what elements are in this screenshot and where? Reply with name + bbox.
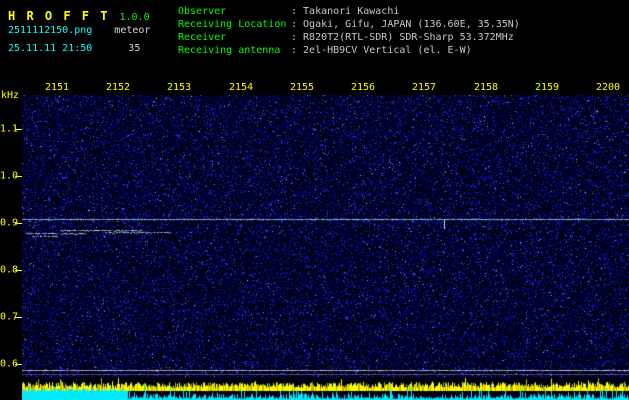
- file-info-row: 2511112150.png meteor: [8, 25, 150, 36]
- time-axis-label: 2156: [350, 82, 376, 93]
- field-separator: :: [291, 45, 298, 56]
- station-field-row: Receiver: R820T2(RTL-SDR) SDR-Sharp 53.37…: [178, 31, 520, 44]
- time-axis-label: 2159: [534, 82, 560, 93]
- time-axis-label: 2154: [228, 82, 254, 93]
- time-axis-label: 2152: [105, 82, 131, 93]
- field-separator: :: [291, 32, 298, 43]
- app-info-row: H R O F F T 1.0.0: [8, 5, 150, 24]
- station-info: Observer: Takanori Kawachi Receiving Loca…: [178, 5, 520, 57]
- station-field-value: Ogaki, Gifu, JAPAN (136.60E, 35.35N): [303, 19, 520, 30]
- app-version: 1.0.0: [119, 12, 150, 23]
- observation-datetime: 25.11.11 21:50: [8, 43, 93, 54]
- time-info-row: 25.11.11 21:50 35: [8, 43, 140, 54]
- time-axis-label: 2158: [473, 82, 499, 93]
- station-field-label: Observer: [178, 6, 227, 17]
- field-separator: :: [291, 19, 298, 30]
- time-axis-label: 2157: [411, 82, 437, 93]
- time-axis-label: 2153: [166, 82, 192, 93]
- station-field-label: Receiver: [178, 32, 227, 43]
- freq-axis-tick: [15, 317, 22, 318]
- field-separator: :: [291, 6, 298, 17]
- station-field-label: Receiving antenna: [178, 45, 281, 56]
- freq-axis-tick: [15, 223, 22, 224]
- station-field-value: R820T2(RTL-SDR) SDR-Sharp 53.372MHz: [303, 32, 514, 43]
- output-filename: 2511112150.png: [8, 25, 93, 36]
- freq-unit-label: kHz: [1, 90, 20, 101]
- freq-axis-tick: [15, 270, 22, 271]
- freq-axis-tick: [15, 176, 22, 177]
- station-field-row: Receiving Location: Ogaki, Gifu, JAPAN (1…: [178, 18, 520, 31]
- station-field-value: Takanori Kawachi: [303, 6, 400, 17]
- spectrogram-canvas: [22, 95, 629, 400]
- hrofft-window: H R O F F T 1.0.0 2511112150.png meteor 25…: [0, 0, 629, 400]
- time-axis-label: 2155: [289, 82, 315, 93]
- freq-axis-tick: [15, 364, 22, 365]
- observation-mode: meteor: [114, 25, 151, 36]
- time-axis-label: 2200: [595, 82, 621, 93]
- echo-count: 35: [128, 43, 141, 54]
- station-field-label: Receiving Location: [178, 19, 287, 30]
- station-field-row: Observer: Takanori Kawachi: [178, 5, 520, 18]
- station-field-value: 2el-HB9CV Vertical (el. E-W): [303, 45, 472, 56]
- time-axis-label: 2151: [44, 82, 70, 93]
- app-title: H R O F F T: [8, 9, 110, 23]
- station-field-row: Receiving antenna:2el-HB9CV Vertical (el…: [178, 44, 520, 57]
- freq-axis-tick: [15, 129, 22, 130]
